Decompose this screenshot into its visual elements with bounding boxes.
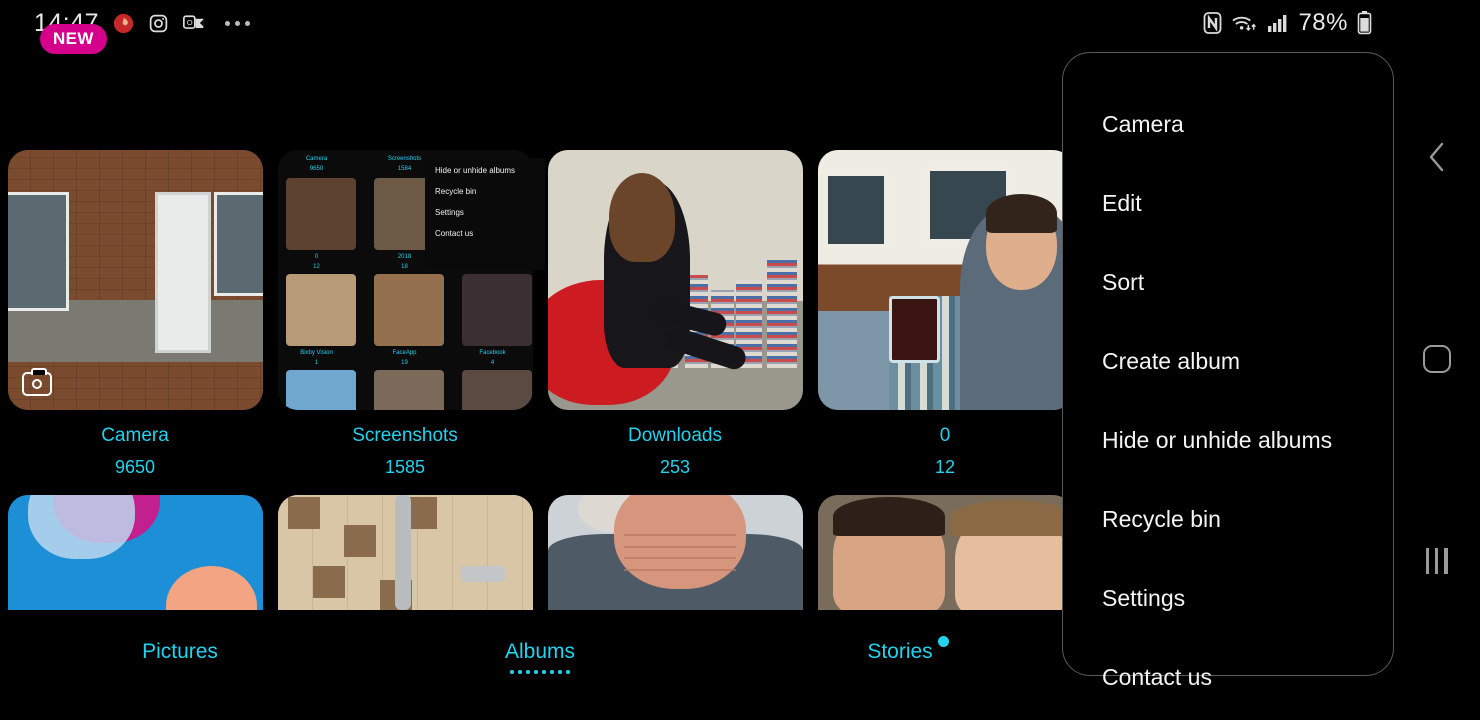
- album-count: 1585: [384, 457, 426, 477]
- tab-active-indicator: [510, 670, 570, 674]
- album-thumbnail-house-photo[interactable]: [7, 150, 263, 410]
- inner-album-count: 1: [314, 360, 319, 366]
- album-thumbnail-balloons-photo[interactable]: [7, 495, 263, 610]
- menu-item-recycle-bin[interactable]: Recycle bin: [1063, 480, 1393, 559]
- inner-album-label: Camera: [305, 156, 328, 162]
- tab-label: Stories: [867, 640, 933, 663]
- album-item-camera[interactable]: Camera 9650: [0, 150, 270, 478]
- album-item-row2-1[interactable]: [0, 495, 270, 610]
- album-item-downloads[interactable]: Downloads 253: [540, 150, 810, 478]
- menu-item-edit[interactable]: Edit: [1063, 164, 1393, 243]
- tab-label: Pictures: [142, 640, 218, 663]
- home-icon[interactable]: [1394, 336, 1480, 382]
- svg-text:O: O: [187, 18, 193, 27]
- album-thumbnail-beanbag-photo[interactable]: [547, 150, 803, 410]
- overflow-menu: Camera Edit Sort Create album Hide or un…: [1062, 52, 1394, 690]
- nfc-icon: [1203, 12, 1222, 34]
- more-notifications-icon: [225, 20, 251, 26]
- album-label: 0: [939, 425, 951, 446]
- inner-album-label: FaceApp: [392, 350, 417, 356]
- album-item-row2-3[interactable]: [540, 495, 810, 610]
- album-thumbnail-bathroom-tile-photo[interactable]: [277, 495, 533, 610]
- phone-screen: 14:47 O 78% Camera 9650 Camera 9650 Scre…: [0, 0, 1480, 720]
- album-count: 9650: [114, 457, 156, 477]
- album-thumbnail-couple-photo[interactable]: [817, 495, 1073, 610]
- menu-item-hide-or-unhide-albums[interactable]: Hide or unhide albums: [1063, 401, 1393, 480]
- inner-album-count: 9650: [309, 166, 324, 172]
- album-count: 253: [659, 457, 691, 477]
- wifi-icon: [1231, 12, 1258, 34]
- tab-stories[interactable]: Stories: [720, 636, 1080, 664]
- recents-icon[interactable]: [1394, 538, 1480, 584]
- inner-album-count: 19: [401, 360, 408, 366]
- album-item-0[interactable]: 0 12: [810, 150, 1080, 478]
- bottom-tab-bar: Pictures Albums Stories: [0, 636, 1080, 694]
- status-bar-right: 78%: [1203, 0, 1372, 46]
- signal-icon: [1267, 13, 1289, 33]
- battery-icon: [1357, 11, 1372, 35]
- menu-item-sort[interactable]: Sort: [1063, 243, 1393, 322]
- menu-item-settings[interactable]: Settings: [1063, 559, 1393, 638]
- status-bar: 14:47 O 78%: [0, 0, 1480, 46]
- instagram-icon: [148, 13, 169, 34]
- status-bar-left: 14:47 O: [0, 9, 251, 38]
- tab-pictures[interactable]: Pictures: [0, 640, 360, 664]
- album-thumbnail-faceapp-photo[interactable]: [547, 495, 803, 610]
- stories-new-badge-dot: [937, 636, 949, 647]
- tab-label: Albums: [504, 640, 576, 663]
- album-label: Downloads: [628, 425, 722, 446]
- flame-notification-icon: [113, 13, 134, 34]
- album-row: [0, 495, 1080, 610]
- menu-item-contact-us[interactable]: Contact us: [1063, 638, 1393, 717]
- battery-percent-label: 78%: [1298, 9, 1348, 36]
- new-badge: NEW: [40, 24, 107, 54]
- outlook-icon: O: [183, 13, 205, 33]
- inner-album-count: 12: [313, 264, 320, 270]
- inner-menu-item-contact-us: Contact us: [435, 229, 474, 238]
- inner-album-label: Bixby Vision: [300, 350, 333, 356]
- inner-screenshot-popup-menu: Hide or unhide albums Recycle bin Settin…: [425, 158, 545, 270]
- album-label: Camera: [101, 425, 169, 446]
- inner-album-label: 0: [314, 254, 319, 260]
- menu-item-camera[interactable]: Camera: [1063, 85, 1393, 164]
- album-item-row2-2[interactable]: [270, 495, 540, 610]
- album-count: 12: [934, 457, 956, 477]
- inner-menu-item-hide-or-unhide-albums: Hide or unhide albums: [435, 166, 516, 175]
- album-thumbnail-pub-photo[interactable]: [817, 150, 1073, 410]
- inner-menu-item-recycle-bin: Recycle bin: [435, 187, 477, 196]
- inner-album-label: Facebook: [479, 350, 506, 356]
- menu-item-create-album[interactable]: Create album: [1063, 322, 1393, 401]
- back-chevron-icon[interactable]: [1394, 134, 1480, 180]
- camera-badge-icon: [21, 368, 52, 396]
- inner-album-count: 4: [490, 360, 495, 366]
- navigation-bar: [1394, 0, 1480, 720]
- album-item-row2-4[interactable]: [810, 495, 1080, 610]
- tab-albums[interactable]: Albums: [360, 640, 720, 674]
- inner-menu-item-settings: Settings: [435, 208, 464, 217]
- album-label: Screenshots: [352, 425, 458, 446]
